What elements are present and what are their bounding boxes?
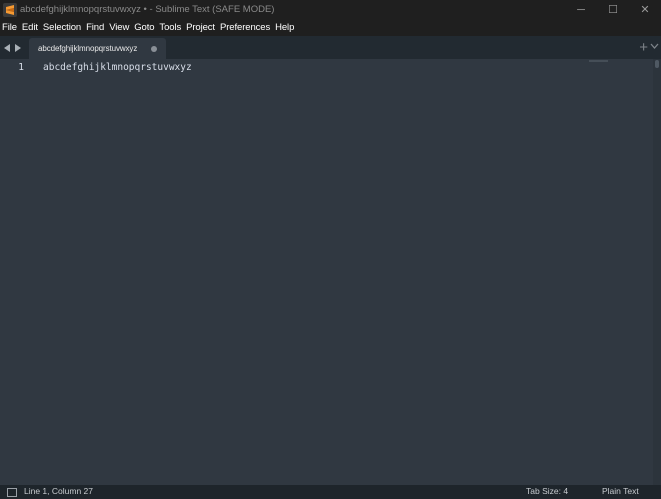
- nav-left-icon[interactable]: [4, 43, 11, 52]
- menu-project[interactable]: Project: [184, 22, 218, 33]
- scrollbar-thumb[interactable]: [655, 60, 659, 68]
- menu-goto[interactable]: Goto: [132, 22, 157, 33]
- plus-icon[interactable]: +: [639, 38, 648, 57]
- code-line[interactable]: abcdefghijklmnopqrstuvwxyz: [43, 62, 192, 73]
- window-title: abcdefghijklmnopqrstuvwxyz • - Sublime T…: [20, 4, 275, 15]
- syntax-selector[interactable]: Plain Text: [602, 486, 639, 496]
- title-bar: abcdefghijklmnopqrstuvwxyz • - Sublime T…: [0, 0, 661, 19]
- menu-view[interactable]: View: [107, 22, 132, 33]
- close-button[interactable]: ✕: [629, 0, 661, 19]
- nav-right-icon[interactable]: [14, 43, 21, 52]
- line-number: 1: [18, 62, 24, 73]
- menu-file[interactable]: File: [0, 22, 20, 33]
- status-bar: Line 1, Column 27 Tab Size: 4 Plain Text: [0, 485, 661, 499]
- chevron-down-icon[interactable]: [650, 41, 659, 53]
- cursor-position: Line 1, Column 27: [24, 486, 93, 496]
- close-icon: ✕: [640, 4, 650, 16]
- tab-size-selector[interactable]: Tab Size: 4: [526, 486, 568, 496]
- menu-edit[interactable]: Edit: [20, 22, 41, 33]
- menu-help[interactable]: Help: [273, 22, 297, 33]
- maximize-button[interactable]: ☐: [597, 0, 629, 19]
- menu-bar: File Edit Selection Find View Goto Tools…: [0, 19, 661, 36]
- menu-preferences[interactable]: Preferences: [218, 22, 273, 33]
- panel-toggle-icon[interactable]: [7, 488, 17, 497]
- editor-area[interactable]: 1 abcdefghijklmnopqrstuvwxyz: [0, 59, 661, 485]
- vertical-scrollbar[interactable]: [653, 59, 661, 485]
- dirty-dot-icon[interactable]: [151, 46, 157, 52]
- tab-label: abcdefghijklmnopqrstuvwxyz: [38, 44, 138, 53]
- tab-bar: abcdefghijklmnopqrstuvwxyz +: [0, 36, 661, 59]
- menu-tools[interactable]: Tools: [157, 22, 184, 33]
- minimize-button[interactable]: ─: [565, 0, 597, 19]
- menu-selection[interactable]: Selection: [41, 22, 84, 33]
- sublime-app-icon: [3, 2, 17, 17]
- menu-find[interactable]: Find: [84, 22, 107, 33]
- minimap-viewport[interactable]: [589, 60, 608, 62]
- minimize-icon: ─: [577, 3, 585, 16]
- tab-active-file[interactable]: abcdefghijklmnopqrstuvwxyz: [29, 38, 166, 59]
- maximize-icon: ☐: [608, 4, 618, 16]
